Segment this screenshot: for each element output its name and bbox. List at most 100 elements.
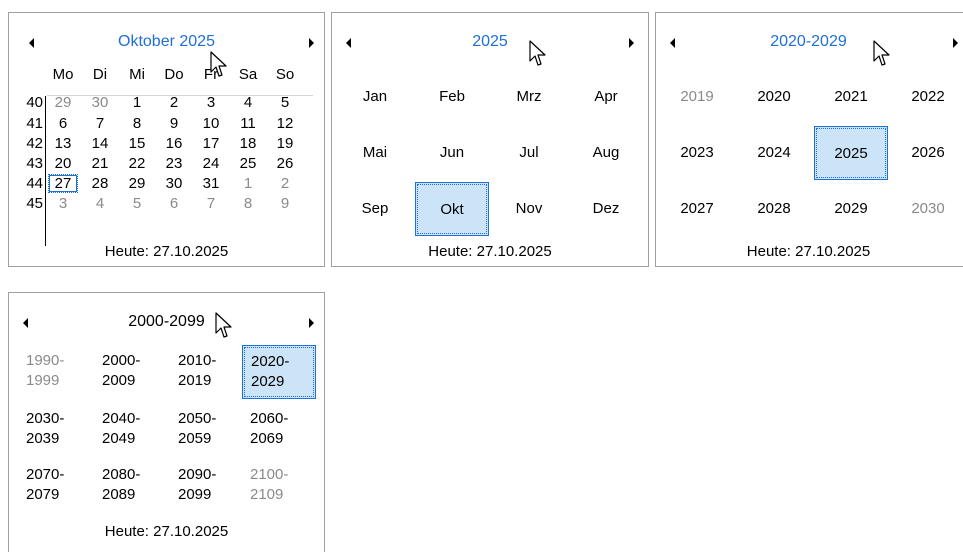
today-link[interactable]: Heute: 27.10.2025: [9, 243, 324, 260]
day-cell[interactable]: 3: [49, 195, 77, 212]
today-link[interactable]: Heute: 27.10.2025: [332, 243, 648, 260]
day-cell[interactable]: 5: [123, 195, 151, 212]
today-link[interactable]: Heute: 27.10.2025: [9, 523, 324, 540]
day-cell[interactable]: 26: [271, 155, 299, 172]
day-cell[interactable]: 11: [234, 115, 262, 132]
month-cell-jan[interactable]: Jan: [338, 70, 412, 124]
month-cell-feb[interactable]: Feb: [415, 70, 489, 124]
decade-start: 2090-: [178, 466, 217, 483]
day-cell[interactable]: 3: [197, 94, 225, 111]
month-cell-mrz[interactable]: Mrz: [492, 70, 566, 124]
decade-start: 2080-: [102, 466, 141, 483]
day-cell[interactable]: 28: [86, 175, 114, 192]
day-cell[interactable]: 5: [271, 94, 299, 111]
month-cell-aug[interactable]: Aug: [569, 126, 643, 180]
century-title[interactable]: 2000-2099: [9, 313, 324, 331]
month-title[interactable]: Oktober 2025: [9, 33, 324, 51]
month-cell-apr[interactable]: Apr: [569, 70, 643, 124]
next-year-button[interactable]: [629, 38, 634, 48]
day-cell[interactable]: 7: [197, 195, 225, 212]
year-cell[interactable]: 2019: [660, 70, 734, 124]
today-link[interactable]: Heute: 27.10.2025: [656, 243, 961, 260]
day-cell[interactable]: 2: [160, 94, 188, 111]
decade-cell[interactable]: 2070- 2079: [18, 459, 92, 513]
calendar-decade-view[interactable]: 2020-2029 2019 2020 2021 2022 2023 2024 2025 20…: [655, 12, 963, 267]
calendar-century-view[interactable]: 2000-2099 1990- 1999 2000- 2009 2010- 2019 202…: [8, 292, 325, 552]
year-cell[interactable]: 2023: [660, 126, 734, 180]
year-cell[interactable]: 2021: [814, 70, 888, 124]
decade-cell[interactable]: 2010- 2019: [170, 345, 244, 399]
decade-cell[interactable]: 1990- 1999: [18, 345, 92, 399]
day-cell[interactable]: 9: [271, 195, 299, 212]
year-title[interactable]: 2025: [332, 33, 648, 51]
day-cell[interactable]: 7: [86, 115, 114, 132]
decade-cell[interactable]: 2090- 2099: [170, 459, 244, 513]
day-cell[interactable]: 10: [197, 115, 225, 132]
year-cell[interactable]: 2020: [737, 70, 811, 124]
day-cell[interactable]: 8: [123, 115, 151, 132]
year-cell[interactable]: 2024: [737, 126, 811, 180]
week-number-divider: [45, 96, 46, 246]
month-cell-dez[interactable]: Dez: [569, 182, 643, 236]
day-cell-today[interactable]: 27: [48, 174, 78, 193]
month-cell-okt[interactable]: Okt: [415, 182, 489, 236]
decade-cell[interactable]: 2020- 2029: [242, 345, 316, 399]
decade-cell[interactable]: 2030- 2039: [18, 403, 92, 457]
day-cell[interactable]: 13: [49, 135, 77, 152]
day-cell[interactable]: 9: [160, 115, 188, 132]
year-cell[interactable]: 2030: [891, 182, 963, 236]
calendar-year-view[interactable]: 2025 Jan Feb Mrz Apr Mai Jun Jul Aug Sep Okt Nov De…: [331, 12, 649, 267]
day-cell[interactable]: 21: [86, 155, 114, 172]
decade-cell[interactable]: 2100- 2109: [242, 459, 316, 513]
day-cell[interactable]: 19: [271, 135, 299, 152]
year-cell[interactable]: 2027: [660, 182, 734, 236]
next-decade-button[interactable]: [953, 38, 958, 48]
month-cell-mai[interactable]: Mai: [338, 126, 412, 180]
day-cell[interactable]: 30: [160, 175, 188, 192]
day-cell[interactable]: 16: [160, 135, 188, 152]
day-cell[interactable]: 23: [160, 155, 188, 172]
day-cell[interactable]: 15: [123, 135, 151, 152]
day-cell[interactable]: 30: [86, 94, 114, 111]
calendar-month-view[interactable]: Oktober 2025 Mo Di Mi Do Fr Sa So 40 29 30 1 2 3 4 5 41…: [8, 12, 325, 267]
decade-cell[interactable]: 2000- 2009: [94, 345, 168, 399]
month-cell-jul[interactable]: Jul: [492, 126, 566, 180]
month-cell-jun[interactable]: Jun: [415, 126, 489, 180]
decade-cell[interactable]: 2050- 2059: [170, 403, 244, 457]
day-cell[interactable]: 14: [86, 135, 114, 152]
day-cell[interactable]: 29: [49, 94, 77, 111]
day-cell[interactable]: 18: [234, 135, 262, 152]
day-cell[interactable]: 12: [271, 115, 299, 132]
day-cell[interactable]: 17: [197, 135, 225, 152]
day-cell[interactable]: 1: [234, 175, 262, 192]
day-cell[interactable]: 22: [123, 155, 151, 172]
next-month-button[interactable]: [309, 38, 314, 48]
day-cell[interactable]: 31: [197, 175, 225, 192]
decade-start: 2100-: [250, 466, 289, 483]
month-cell-sep[interactable]: Sep: [338, 182, 412, 236]
day-cell[interactable]: 4: [86, 195, 114, 212]
day-cell[interactable]: 2: [271, 175, 299, 192]
day-cell[interactable]: 1: [123, 94, 151, 111]
decade-cell[interactable]: 2060- 2069: [242, 403, 316, 457]
weekday-header: Mi: [129, 66, 145, 83]
year-cell[interactable]: 2022: [891, 70, 963, 124]
year-cell[interactable]: 2028: [737, 182, 811, 236]
day-cell[interactable]: 25: [234, 155, 262, 172]
year-cell[interactable]: 2025: [814, 126, 888, 180]
year-cell[interactable]: 2029: [814, 182, 888, 236]
decade-cell[interactable]: 2080- 2089: [94, 459, 168, 513]
day-cell[interactable]: 8: [234, 195, 262, 212]
decade-end: 2109: [250, 486, 284, 503]
decade-title[interactable]: 2020-2029: [656, 33, 961, 51]
day-cell[interactable]: 6: [160, 195, 188, 212]
day-cell[interactable]: 24: [197, 155, 225, 172]
day-cell[interactable]: 20: [49, 155, 77, 172]
day-cell[interactable]: 29: [123, 175, 151, 192]
day-cell[interactable]: 6: [49, 115, 77, 132]
day-cell[interactable]: 4: [234, 94, 262, 111]
year-cell[interactable]: 2026: [891, 126, 963, 180]
next-century-button[interactable]: [309, 318, 314, 328]
month-cell-nov[interactable]: Nov: [492, 182, 566, 236]
decade-cell[interactable]: 2040- 2049: [94, 403, 168, 457]
